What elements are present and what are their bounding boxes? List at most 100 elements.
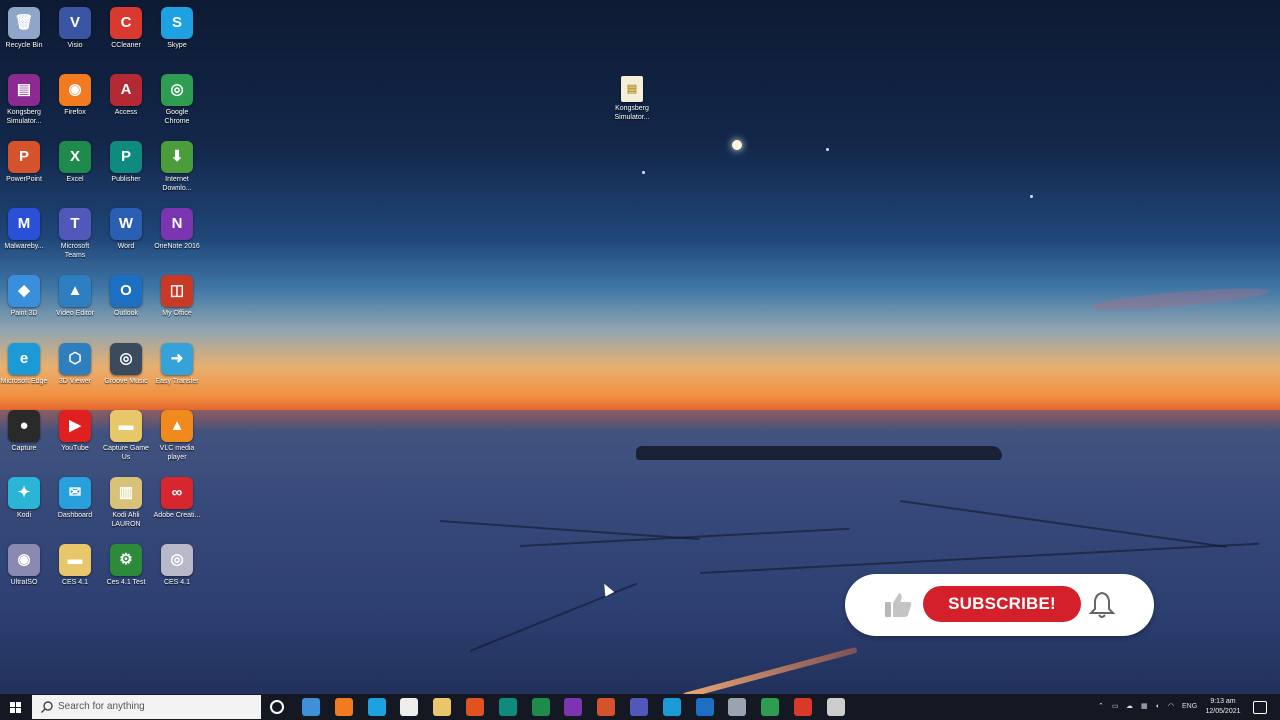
thumbs-up-icon[interactable]: [883, 590, 913, 620]
desktop-icon-label: OneNote 2016: [154, 243, 200, 250]
tray-language[interactable]: ENG: [1182, 694, 1197, 720]
desktop-icon[interactable]: ▤ Kongsberg Simulator...: [0, 72, 48, 136]
desktop-icon[interactable]: X Excel: [51, 139, 99, 203]
visio-icon: V: [59, 7, 91, 39]
desktop-icon[interactable]: ✉ Dashboard: [51, 475, 99, 539]
desktop-icon[interactable]: ◎ CES 4.1: [153, 542, 201, 606]
desktop-icon-label: UltraISO: [10, 579, 38, 586]
desktop-icon[interactable]: ◆ Paint 3D: [0, 273, 48, 337]
desktop-icon[interactable]: A Access: [102, 72, 150, 136]
desktop-icon[interactable]: ▶ YouTube: [51, 408, 99, 472]
desktop-icon[interactable]: N OneNote 2016: [153, 206, 201, 270]
desktop-icon[interactable]: ⚙ Ces 4.1 Test: [102, 542, 150, 606]
inkscape-icon[interactable]: [400, 698, 419, 716]
tray-volume-icon[interactable]: ◖: [1155, 694, 1159, 720]
desktop-icon[interactable]: ▲ Video Editor: [51, 273, 99, 337]
file-explorer-icon[interactable]: [302, 698, 320, 716]
bell-icon[interactable]: [1088, 590, 1116, 620]
onenote-icon: N: [161, 208, 193, 240]
groove-music-icon: ◎: [110, 343, 142, 375]
desktop-icon-label: Skype: [167, 42, 187, 49]
ccleaner-icon: C: [110, 7, 142, 39]
desktop-icon-label: VLC media player: [159, 445, 195, 461]
desktop-icon[interactable]: ▥ Kodi Ahli LAURON: [102, 475, 150, 539]
desktop-icon[interactable]: ➜ Easy Transfer: [153, 341, 201, 405]
desktop-icon[interactable]: W Word: [102, 206, 150, 270]
desktop-icon-label: Internet Downlo...: [162, 176, 192, 192]
tray-wifi-icon[interactable]: ◠: [1168, 694, 1174, 720]
desktop-icon[interactable]: ◉ UltraISO: [0, 542, 48, 606]
desktop-icon-label: PowerPoint: [6, 176, 42, 183]
internet-download-manager-icon: ⬇: [161, 141, 193, 173]
outlook-icon: O: [110, 275, 142, 307]
publisher-icon[interactable]: [498, 698, 517, 716]
desktop-icon-label: YouTube: [61, 445, 89, 452]
desktop-icon[interactable]: ▲ VLC media player: [153, 408, 201, 472]
search-icon: [41, 701, 53, 713]
skype-icon[interactable]: [367, 698, 386, 716]
powerpoint-icon[interactable]: [597, 698, 616, 716]
camera-icon[interactable]: [728, 698, 747, 716]
media-player-icon[interactable]: [466, 698, 484, 716]
taskbar-search-box[interactable]: Search for anything: [32, 695, 261, 719]
word-icon: W: [110, 208, 142, 240]
star: [642, 171, 645, 174]
start-button[interactable]: [0, 694, 32, 720]
desktop-icon[interactable]: ● Capture: [0, 408, 48, 472]
folder-icon: ▬: [59, 544, 91, 576]
desktop-icon[interactable]: ▬ CES 4.1: [51, 542, 99, 606]
desktop-icon[interactable]: O Outlook: [102, 273, 150, 337]
skype-icon: S: [161, 7, 193, 39]
teams-icon[interactable]: [630, 698, 648, 716]
excel-icon[interactable]: [531, 698, 550, 716]
desktop-icon[interactable]: ◎ Google Chrome: [153, 72, 201, 136]
desktop-icon[interactable]: P Publisher: [102, 139, 150, 203]
desktop-icon[interactable]: P PowerPoint: [0, 139, 48, 203]
desktop-icon[interactable]: C CCleaner: [102, 5, 150, 69]
paint3d-icon: ◆: [8, 275, 40, 307]
tray-battery-icon[interactable]: ▭: [1112, 694, 1119, 720]
folder-icon[interactable]: [433, 698, 452, 716]
desktop-icon-label: 3D Viewer: [58, 378, 92, 385]
edge-icon: e: [8, 343, 40, 375]
notification-center-icon[interactable]: [1253, 701, 1267, 714]
chrome-icon[interactable]: [761, 698, 780, 716]
settings-icon[interactable]: [826, 698, 845, 716]
desktop-icon[interactable]: T Microsoft Teams: [51, 206, 99, 270]
desktop-icon[interactable]: V Visio: [51, 5, 99, 69]
tray-onedrive-icon[interactable]: ☁: [1126, 694, 1133, 720]
desktop-icon[interactable]: S Skype: [153, 5, 201, 69]
desktop-icon[interactable]: e Microsoft Edge: [0, 341, 48, 405]
outlook-icon[interactable]: [695, 698, 714, 716]
desktop-icon[interactable]: ✦ Kodi: [0, 475, 48, 539]
taskbar: Search for anything ⌃ ▭ ☁ ▦ ◖ ◠ ENG 9:13…: [0, 694, 1280, 720]
desktop-icon-label: Kodi Ahli LAURON: [111, 512, 141, 528]
edge-icon[interactable]: [662, 698, 681, 716]
taskbar-clock[interactable]: 9:13 am 12/05/2021: [1198, 697, 1248, 717]
onenote-icon[interactable]: [564, 698, 583, 716]
tray-chevron-icon[interactable]: ⌃: [1098, 694, 1104, 720]
desktop-icon[interactable]: M Malwareby...: [0, 206, 48, 270]
desktop-icon[interactable]: 🗑 Recycle Bin: [0, 5, 48, 69]
3d-viewer-icon: ⬡: [59, 343, 91, 375]
chrome-alt-icon[interactable]: [794, 698, 812, 716]
excel-icon: X: [59, 141, 91, 173]
desktop-icon[interactable]: ∞ Adobe Creati...: [153, 475, 201, 539]
desktop-file-kongsberg[interactable]: ▤ Kongsberg Simulator...: [608, 74, 656, 138]
firefox-icon[interactable]: [334, 698, 353, 716]
desktop-icon[interactable]: ◉ Firefox: [51, 72, 99, 136]
desktop-icon-label: Paint 3D: [10, 310, 38, 317]
desktop-icon-label: Recycle Bin: [5, 42, 43, 49]
desktop-icon[interactable]: ◫ My Office: [153, 273, 201, 337]
adobe-cc-icon: ∞: [161, 477, 193, 509]
capture-icon: ●: [8, 410, 40, 442]
desktop-icon[interactable]: ⬡ 3D Viewer: [51, 341, 99, 405]
chrome-icon: ◎: [161, 74, 193, 106]
dashboard-icon: ✉: [59, 477, 91, 509]
desktop-icon[interactable]: ◎ Groove Music: [102, 341, 150, 405]
cortana-icon[interactable]: [270, 700, 284, 714]
subscribe-button[interactable]: SUBSCRIBE!: [923, 586, 1081, 622]
desktop-icon[interactable]: ⬇ Internet Downlo...: [153, 139, 201, 203]
desktop-icon[interactable]: ▬ Capture Game Us: [102, 408, 150, 472]
tray-network-icon[interactable]: ▦: [1141, 694, 1148, 720]
